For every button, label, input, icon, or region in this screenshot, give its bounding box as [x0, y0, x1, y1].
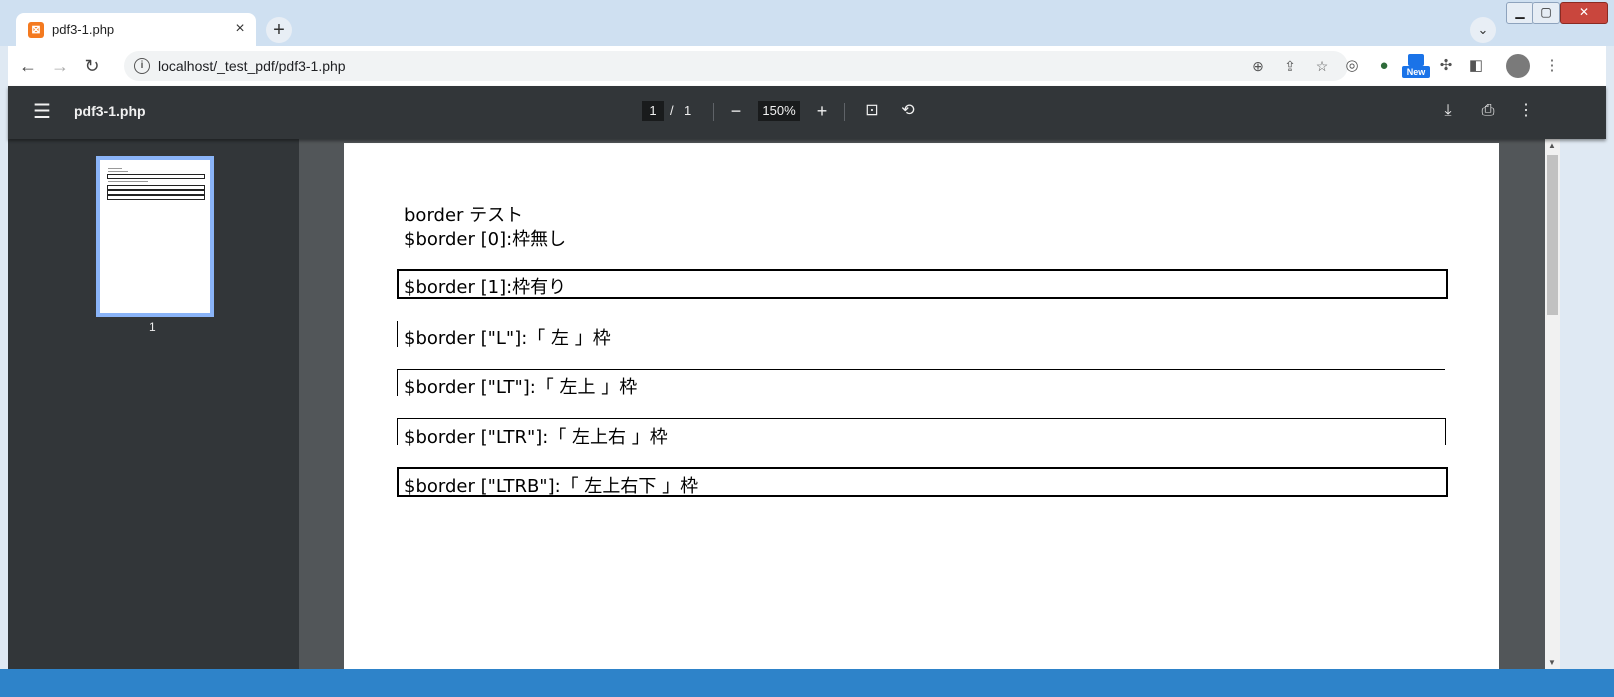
zoom-icon[interactable]: ⊕: [1248, 56, 1268, 76]
extensions-puzzle-icon[interactable]: ✣: [1434, 54, 1458, 78]
scroll-up-icon[interactable]: ▲: [1548, 141, 1556, 150]
new-extension-icon[interactable]: New: [1402, 54, 1430, 78]
doc-title: border テスト: [404, 205, 524, 226]
pdf-page: border テスト $border [0]:枠無し $border [1]:枠…: [344, 143, 1499, 669]
fit-page-icon[interactable]: ⊡: [860, 99, 884, 123]
pdf-file-name: pdf3-1.php: [74, 103, 146, 119]
zoom-level-input[interactable]: 150%: [758, 101, 800, 121]
page-number-input[interactable]: 1: [642, 101, 664, 121]
share-icon[interactable]: ⇪: [1280, 56, 1300, 76]
minimize-button[interactable]: ▁: [1506, 2, 1534, 24]
maximize-button[interactable]: ▢: [1532, 2, 1560, 24]
pdf-viewer: border テスト $border [0]:枠無し $border [1]:枠…: [299, 139, 1545, 669]
address-bar[interactable]: i localhost/_test_pdf/pdf3-1.php ⊕ ⇪ ☆: [124, 51, 1348, 81]
vertical-scrollbar[interactable]: ▲ ▼: [1545, 139, 1560, 669]
border-LTRB-line: $border ["LTRB"]:「 左上右下 」枠: [404, 476, 699, 497]
thumbnail-sidebar: 1: [8, 139, 299, 669]
new-tab-button[interactable]: +: [266, 17, 292, 43]
url-text: localhost/_test_pdf/pdf3-1.php: [158, 58, 346, 74]
reload-button[interactable]: ↻: [80, 54, 104, 78]
download-icon[interactable]: ⤓: [1436, 99, 1460, 123]
xampp-icon: ⊠: [28, 22, 44, 38]
close-tab-icon[interactable]: ×: [230, 19, 250, 39]
side-panel-icon[interactable]: ◧: [1464, 54, 1488, 78]
tab-search-button[interactable]: ⌄: [1470, 17, 1496, 43]
profile-avatar[interactable]: [1506, 54, 1530, 78]
border-LT-line: $border ["LT"]:「 左上 」枠: [404, 377, 638, 398]
bookmark-star-icon[interactable]: ☆: [1312, 56, 1332, 76]
browser-menu-icon[interactable]: ⋮: [1540, 54, 1564, 78]
tab-title: pdf3-1.php: [52, 22, 115, 37]
scroll-down-icon[interactable]: ▼: [1548, 658, 1556, 667]
pdf-toolbar: ☰ pdf3-1.php 1 / 1 − 150% + ⊡ ⟲ ⤓ ⎙ ⋮: [8, 86, 1606, 139]
site-info-icon[interactable]: i: [134, 58, 150, 74]
print-icon[interactable]: ⎙: [1476, 99, 1500, 123]
page-separator: /: [670, 103, 674, 118]
border-1-line: $border [1]:枠有り: [404, 277, 567, 298]
browser-toolbar: ← → ↻ i localhost/_test_pdf/pdf3-1.php ⊕…: [8, 46, 1606, 86]
border-L-line: $border ["L"]:「 左 」枠: [404, 328, 611, 349]
forward-button[interactable]: →: [48, 54, 72, 78]
browser-window: ⊠ pdf3-1.php × + ⌄ ▁ ▢ ✕ ← → ↻ i localho…: [0, 0, 1614, 697]
thumbnail-page-number: 1: [149, 320, 156, 334]
rotate-icon[interactable]: ⟲: [896, 99, 920, 123]
toolbar-divider: [844, 103, 845, 121]
desktop-background: [0, 669, 1614, 697]
window-close-button[interactable]: ✕: [1560, 2, 1608, 24]
page-total: 1: [684, 103, 692, 118]
extension-icon[interactable]: ◎: [1340, 54, 1364, 78]
pdf-menu-icon[interactable]: ☰: [30, 100, 54, 124]
zoom-in-button[interactable]: +: [810, 99, 834, 123]
border-0-line: $border [0]:枠無し: [404, 229, 567, 250]
pdf-more-icon[interactable]: ⋮: [1514, 99, 1538, 123]
extension-green-icon[interactable]: ●: [1372, 54, 1396, 78]
zoom-out-button[interactable]: −: [724, 99, 748, 123]
page-thumbnail[interactable]: [96, 156, 214, 317]
browser-tab[interactable]: ⊠ pdf3-1.php ×: [16, 13, 256, 46]
back-button[interactable]: ←: [16, 54, 40, 78]
toolbar-divider: [713, 103, 714, 121]
border-LTR-line: $border ["LTR"]:「 左上右 」枠: [404, 427, 668, 448]
tab-strip: ⊠ pdf3-1.php × + ⌄ ▁ ▢ ✕: [0, 0, 1614, 46]
scrollbar-thumb[interactable]: [1547, 155, 1558, 315]
